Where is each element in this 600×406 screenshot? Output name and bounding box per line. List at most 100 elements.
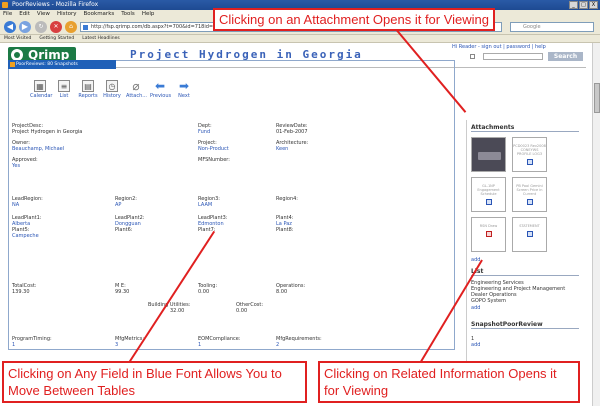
next-button[interactable]: ➡ Next xyxy=(174,80,194,99)
paperclip-icon: ⌀ xyxy=(132,79,140,93)
project-link[interactable]: Non-Product xyxy=(198,146,229,152)
menu-file[interactable]: File xyxy=(3,10,12,19)
page-scrollbar[interactable] xyxy=(592,43,600,406)
next-label: Next xyxy=(178,93,190,99)
search-scope-checkbox[interactable] xyxy=(470,54,475,59)
browser-search-field[interactable]: Google xyxy=(510,22,594,32)
snapshot-add-link[interactable]: add xyxy=(471,342,480,348)
approved-link[interactable]: Yes xyxy=(12,163,38,169)
owner-link[interactable]: Beauchamp, Michael xyxy=(12,146,64,152)
lead-region-link[interactable]: NA xyxy=(12,202,43,208)
list-add-link[interactable]: add xyxy=(471,305,480,311)
list-icon: ≡ xyxy=(58,80,70,92)
back-icon[interactable]: ◀ xyxy=(4,21,16,33)
attachments-heading: Attachments xyxy=(471,124,579,132)
building-utilities-value: 32.00 xyxy=(170,308,185,314)
architecture-link[interactable]: Keen xyxy=(276,146,308,152)
bookmark-latest-headlines[interactable]: Latest Headlines xyxy=(82,35,120,42)
stop-icon[interactable]: ✕ xyxy=(50,21,62,33)
reports-label: Reports xyxy=(78,93,98,99)
operations-value: 8.00 xyxy=(276,289,288,295)
minimize-button[interactable]: _ xyxy=(569,1,578,9)
menu-view[interactable]: View xyxy=(37,10,50,19)
calendar-button[interactable]: ▦ Calendar xyxy=(30,80,52,99)
total-cost-value: 139.30 xyxy=(12,289,30,295)
reports-button[interactable]: ▤ Reports xyxy=(78,80,98,99)
bookmark-most-visited[interactable]: Most Visited xyxy=(4,35,31,42)
field-operations: Operations: 8.00 xyxy=(276,283,306,295)
field-plant8: Plant8: xyxy=(276,227,294,233)
site-search-input[interactable] xyxy=(483,53,543,60)
eom-compliance-link[interactable]: 1 xyxy=(198,342,241,348)
field-eom-compliance: EOMCompliance: 1 xyxy=(198,336,241,348)
field-owner: Owner: Beauchamp, Michael xyxy=(12,140,65,152)
list-button[interactable]: ≡ List xyxy=(54,80,74,99)
field-total-cost: TotalCost: 139.30 xyxy=(12,283,37,295)
attachment-doc-2[interactable]: GL-1NP Engagement Schedule xyxy=(471,177,506,212)
callout-blue-fields: Clicking on Any Field in Blue Font Allow… xyxy=(2,361,307,403)
bookmark-getting-started[interactable]: Getting Started xyxy=(39,35,74,42)
attachment-photo[interactable] xyxy=(471,137,506,172)
record-panel xyxy=(8,60,455,350)
forward-icon[interactable]: ▶ xyxy=(19,21,31,33)
attachment-photo-thumbnail xyxy=(478,152,501,160)
home-icon[interactable]: ⌂ xyxy=(65,21,77,33)
menu-history[interactable]: History xyxy=(57,10,77,19)
attachment-doc-3[interactable]: PB Pool Gemini Screen Price in Current xyxy=(512,177,547,212)
field-lead-plant1: LeadPlant1: Alberta xyxy=(12,215,42,227)
search-button[interactable]: Search xyxy=(548,52,583,61)
panel-tab-label: PoorReviews: 80 Snapshots xyxy=(16,62,78,67)
attachment-doc-1[interactable]: PCD0023 Rev2008 CONEYWS PROFILE LOG3 xyxy=(512,137,547,172)
attachment-pdf[interactable]: RSN Draw xyxy=(471,217,506,252)
callout-attachments: Clicking on an Attachment Opens it for V… xyxy=(213,8,496,31)
panel-tab[interactable]: PoorReviews: 80 Snapshots xyxy=(8,60,116,69)
user-links[interactable]: Hi Reader - sign out | password | help xyxy=(452,44,546,50)
close-button[interactable]: X xyxy=(589,1,598,9)
review-date-value: 01-Feb-2007 xyxy=(276,129,308,135)
attach-button[interactable]: ⌀ Attach... xyxy=(126,79,148,99)
record-toolbar: ▦ Calendar ≡ List ▤ Reports ◷ History ⌀ Attac… xyxy=(30,80,194,99)
document-icon xyxy=(526,199,533,205)
field-lead-plant2: LeadPlant2: Dongguan xyxy=(115,215,145,227)
m-e-value: 99.30 xyxy=(115,289,130,295)
reports-icon: ▤ xyxy=(82,80,94,92)
field-dept: Dept: Fund xyxy=(198,123,212,135)
scrollbar-thumb[interactable] xyxy=(594,83,600,113)
callout-related-info: Clicking on Related Information Opens it… xyxy=(318,361,580,403)
bookmarks-bar: Most Visited Getting Started Latest Head… xyxy=(0,35,600,43)
menu-tools[interactable]: Tools xyxy=(121,10,135,19)
field-region3: Region3: LAAM xyxy=(198,196,220,208)
attachment-doc-4[interactable]: STATEMENT xyxy=(512,217,547,252)
dept-link[interactable]: Fund xyxy=(198,129,212,135)
project-desc-value: Project Hydrogen in Georgia xyxy=(12,129,83,135)
other-cost-value: 0.00 xyxy=(236,308,248,314)
previous-button[interactable]: ⬅ Previous xyxy=(150,80,171,99)
maximize-button[interactable]: □ xyxy=(579,1,588,9)
field-mfg-requirements: MfgRequirements: 2 xyxy=(276,336,322,348)
attach-label: Attach... xyxy=(126,93,148,99)
url-text: http://fsp.qrimp.com/db.aspx?t=700&id=71… xyxy=(91,24,217,30)
field-plant5: Plant5: Campeche xyxy=(12,227,39,239)
history-button[interactable]: ◷ History xyxy=(102,80,122,99)
history-icon: ◷ xyxy=(106,80,118,92)
field-region4: Region4: xyxy=(276,196,298,202)
region3-link[interactable]: LAAM xyxy=(198,202,220,208)
reload-icon[interactable]: ↻ xyxy=(35,21,47,33)
menu-bookmarks[interactable]: Bookmarks xyxy=(84,10,115,19)
plant5-link[interactable]: Campeche xyxy=(12,233,39,239)
menu-help[interactable]: Help xyxy=(142,10,155,19)
region2-link[interactable]: AP xyxy=(115,202,137,208)
field-lead-plant3: LeadPlant3: Edmonton xyxy=(198,215,228,227)
arrow-right-icon: ➡ xyxy=(178,79,190,93)
menu-edit[interactable]: Edit xyxy=(19,10,30,19)
document-icon xyxy=(526,159,533,165)
program-timing-link[interactable]: 1 xyxy=(12,342,52,348)
field-project-desc: ProjectDesc: Project Hydrogen in Georgia xyxy=(12,123,83,135)
window-title: PoorReviews - Mozilla Firefox xyxy=(12,1,99,8)
list-label: List xyxy=(59,93,69,99)
tab-icon xyxy=(10,62,15,67)
field-mfsnumber: MFSNumber: xyxy=(198,157,230,163)
list-item[interactable]: GOPO System xyxy=(471,298,506,304)
field-building-utilities: Building Utilities: 32.00 xyxy=(148,302,191,314)
mfg-requirements-link[interactable]: 2 xyxy=(276,342,322,348)
